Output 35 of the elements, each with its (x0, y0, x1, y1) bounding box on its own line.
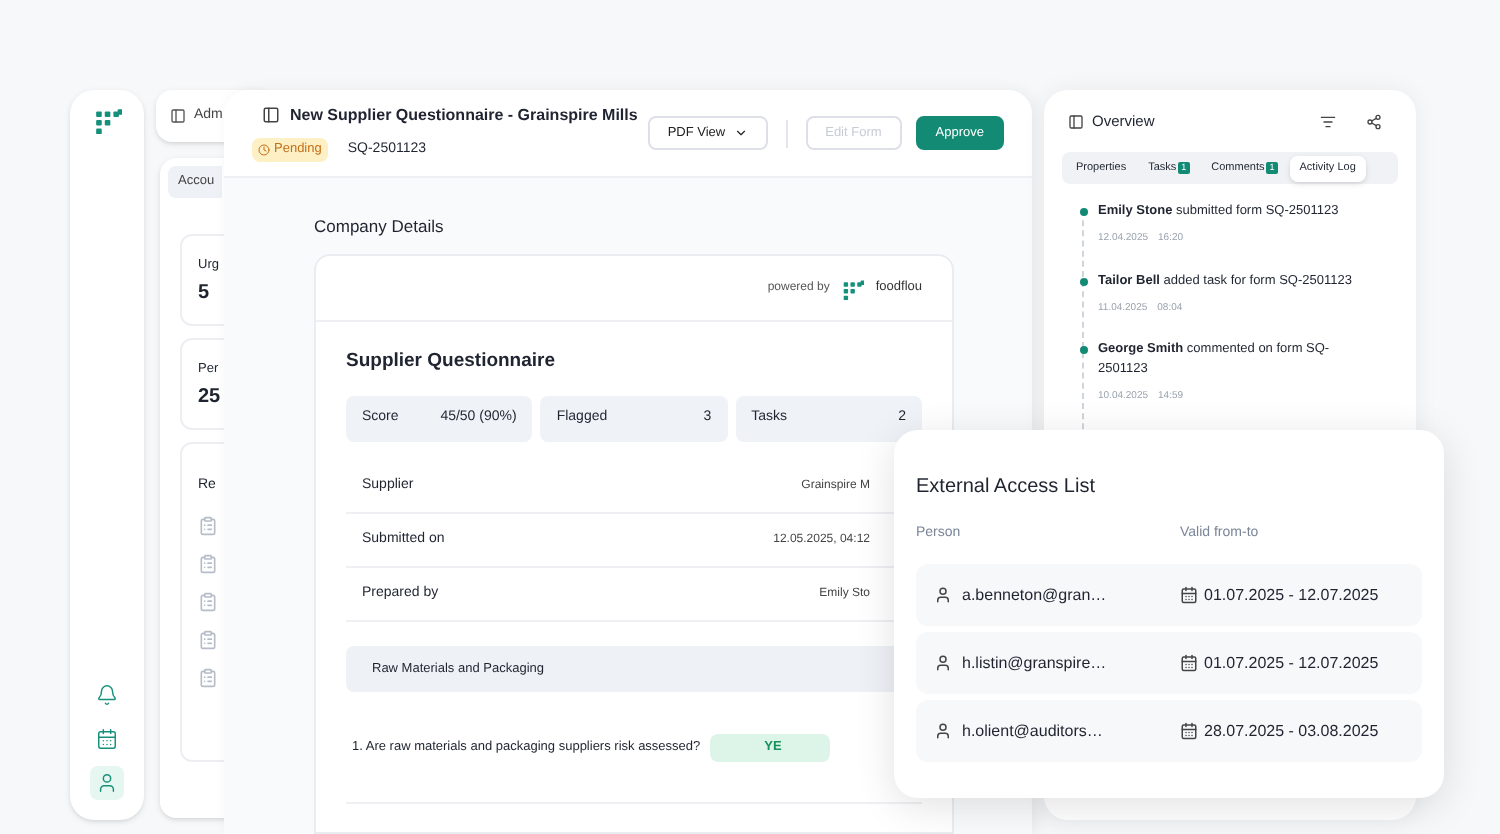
user-icon (934, 654, 952, 672)
user-icon (934, 586, 952, 604)
validity-dates: 28.07.2025 - 03.08.2025 (1204, 719, 1379, 743)
brand-logo-icon (841, 277, 864, 299)
validity-dates: 01.07.2025 - 12.07.2025 (1204, 651, 1379, 675)
calendar-icon (96, 728, 118, 750)
clipboard-icon (198, 629, 218, 649)
validity-dates: 01.07.2025 - 12.07.2025 (1204, 583, 1379, 607)
panel-icon (262, 106, 280, 125)
section-title: Company Details (314, 214, 446, 240)
user-icon (96, 772, 118, 794)
calendar-icon (1180, 722, 1198, 740)
stat-value: 25 (198, 387, 223, 408)
clipboard-icon (198, 515, 218, 535)
calendar-icon (1180, 586, 1198, 604)
bell-icon (96, 684, 118, 706)
form-title: Supplier Questionnaire (346, 348, 558, 376)
panel-icon (1068, 113, 1084, 129)
clipboard-icon (198, 553, 218, 573)
share-icon[interactable] (1366, 113, 1382, 129)
person-email: a.benneton@gran… (962, 583, 1107, 607)
person-email: h.listin@granspire… (962, 651, 1107, 675)
window-title: New Supplier Questionnaire - Grainspire Mills (290, 103, 638, 128)
logo-icon (93, 106, 121, 134)
chevron-icon (733, 126, 748, 140)
stat-value: 5 (198, 283, 212, 304)
person-email: h.olient@auditors… (962, 719, 1103, 743)
clipboard-icon (198, 667, 218, 687)
clipboard-icon (198, 591, 218, 611)
panel-icon (170, 108, 186, 124)
popup-title: External Access List (916, 474, 1097, 502)
filter-icon[interactable] (1320, 113, 1336, 129)
profile-button[interactable] (90, 766, 124, 800)
calendar-icon (1180, 654, 1198, 672)
user-icon (934, 722, 952, 740)
